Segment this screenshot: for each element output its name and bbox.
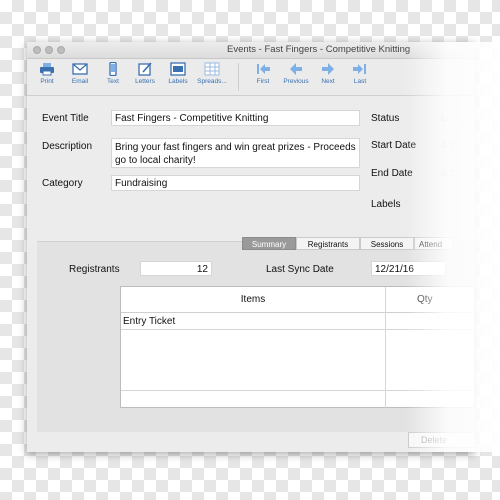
description-input[interactable]: Bring your fast fingers and win great pr…: [111, 138, 360, 168]
close-window-button[interactable]: [33, 46, 41, 54]
previous-arrow-icon: [290, 63, 302, 75]
items-column-header[interactable]: Items: [121, 287, 385, 313]
letter-edit-icon: [138, 62, 152, 76]
category-input[interactable]: Fundraising: [111, 175, 360, 191]
last-sync-label: Last Sync Date: [266, 264, 334, 275]
end-date-value[interactable]: 4/2: [441, 168, 455, 179]
letters-label: Letters: [135, 78, 155, 85]
print-label: Print: [40, 78, 54, 85]
printer-icon: [40, 63, 54, 76]
last-label: Last: [353, 78, 367, 85]
labels-field-label: Labels: [371, 199, 401, 210]
registrants-label: Registrants: [69, 264, 120, 275]
email-icon: [72, 63, 88, 75]
next-button[interactable]: Next: [313, 62, 343, 85]
previous-button[interactable]: Previous: [280, 62, 312, 85]
tab-attendance[interactable]: Attend: [414, 237, 454, 250]
toolbar-separator: [238, 63, 239, 91]
qty-column-header[interactable]: Qty: [385, 287, 475, 313]
email-button[interactable]: Email: [65, 62, 95, 85]
text-label: Text: [107, 78, 119, 85]
print-button[interactable]: Print: [32, 62, 62, 85]
registrants-count-field[interactable]: 12: [140, 261, 212, 276]
letters-button[interactable]: Letters: [130, 62, 160, 85]
first-label: First: [256, 78, 270, 85]
last-record-icon: [353, 64, 366, 74]
last-button[interactable]: Last: [345, 62, 375, 85]
phone-icon: [109, 62, 117, 76]
row-divider: [121, 390, 475, 391]
previous-label: Previous: [283, 78, 309, 85]
first-record-icon: [257, 64, 270, 74]
next-label: Next: [321, 78, 335, 85]
last-sync-field[interactable]: 12/21/16: [371, 261, 446, 276]
description-label: Description: [42, 141, 93, 152]
tab-sessions[interactable]: Sessions: [360, 237, 414, 250]
spreadsheet-button[interactable]: Spreads...: [195, 62, 229, 85]
tab-registrants[interactable]: Registrants: [296, 237, 360, 250]
title-bar: Events - Fast Fingers - Competitive Knit…: [27, 42, 475, 59]
start-date-value[interactable]: 4/2: [441, 140, 455, 151]
labels-icon: [170, 62, 186, 76]
category-label: Category: [42, 178, 83, 189]
minimize-window-button[interactable]: [45, 46, 53, 54]
labels-button[interactable]: Labels: [163, 62, 193, 85]
tab-summary[interactable]: Summary: [242, 237, 296, 250]
end-date-label: End Date: [371, 168, 413, 179]
window-title: Events - Fast Fingers - Competitive Knit…: [227, 44, 411, 55]
start-date-label: Start Date: [371, 140, 417, 151]
spreadsheet-icon: [204, 62, 220, 76]
event-window: Events - Fast Fingers - Competitive Knit…: [27, 42, 475, 452]
first-button[interactable]: First: [248, 62, 278, 85]
spreadsheet-label: Spreads...: [197, 78, 227, 85]
text-button[interactable]: Text: [98, 62, 128, 85]
zoom-window-button[interactable]: [57, 46, 65, 54]
event-title-input[interactable]: Fast Fingers - Competitive Knitting: [111, 110, 360, 126]
toolbar: Print Email Text Letters Labels Spreads.…: [27, 59, 475, 96]
email-label: Email: [71, 78, 89, 85]
event-title-label: Event Title: [42, 113, 89, 124]
delete-button[interactable]: Delete: [408, 432, 475, 448]
table-row-item[interactable]: Entry Ticket: [123, 314, 175, 330]
labels-label: Labels: [168, 78, 188, 85]
items-table: Items Qty Entry Ticket: [120, 286, 475, 409]
next-arrow-icon: [322, 63, 334, 75]
status-value[interactable]: Li: [441, 113, 449, 124]
status-label: Status: [371, 113, 400, 124]
